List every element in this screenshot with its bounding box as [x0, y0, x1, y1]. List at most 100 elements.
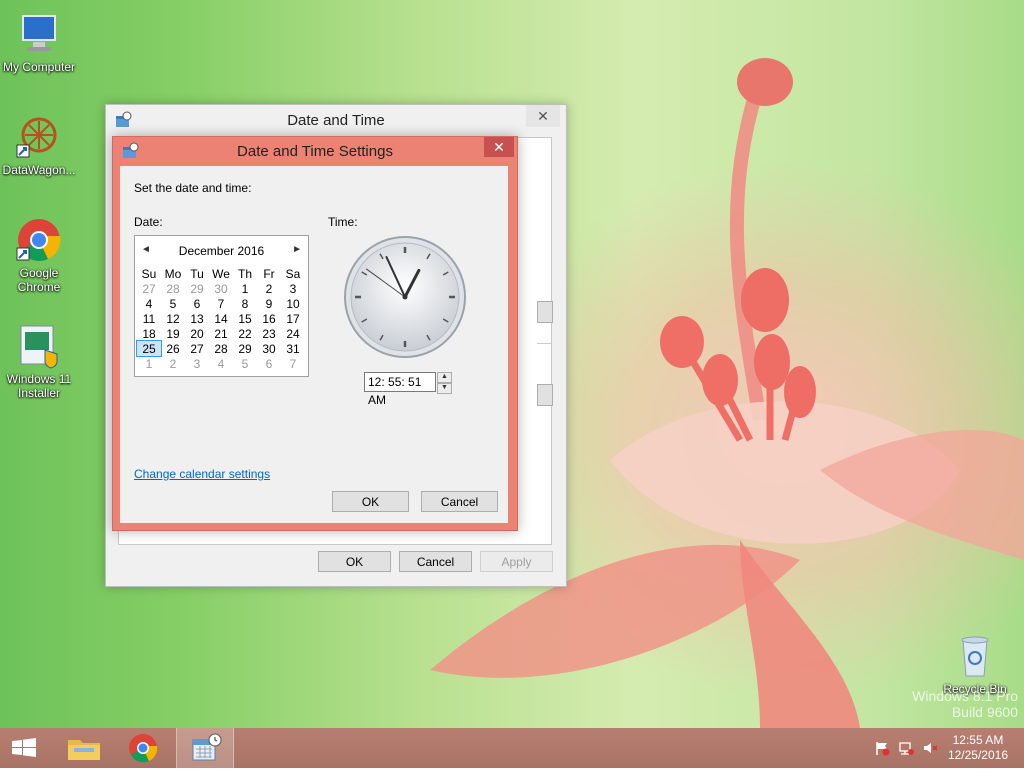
- spin-up-icon[interactable]: ▲: [437, 372, 452, 383]
- calendar-day[interactable]: 11: [137, 311, 161, 326]
- calendar-day[interactable]: 7: [281, 356, 305, 371]
- taskbar-date-time[interactable]: [176, 728, 234, 768]
- calendar-day[interactable]: 20: [185, 326, 209, 341]
- apply-button[interactable]: Apply: [480, 551, 553, 572]
- windows-logo-icon: [12, 738, 36, 757]
- calendar-day[interactable]: 15: [233, 311, 257, 326]
- calendar-day[interactable]: 23: [257, 326, 281, 341]
- calendar-day[interactable]: 1: [137, 356, 161, 371]
- taskbar-time: 12:55 AM: [952, 733, 1004, 747]
- calendar-day[interactable]: 5: [161, 296, 185, 311]
- calendar-day[interactable]: 28: [209, 341, 233, 356]
- calendar-day[interactable]: 5: [233, 356, 257, 371]
- calendar-day[interactable]: 6: [185, 296, 209, 311]
- desktop-icon-label: DataWagon...: [2, 163, 76, 177]
- calendar-day[interactable]: 3: [281, 281, 305, 296]
- calendar-day[interactable]: 2: [161, 356, 185, 371]
- calendar-day[interactable]: 6: [257, 356, 281, 371]
- calendar-day[interactable]: 17: [281, 311, 305, 326]
- calendar-day[interactable]: 31: [281, 341, 305, 356]
- calendar-week: 11 12 13 14 15 16 17: [137, 311, 305, 326]
- calendar-day[interactable]: 8: [233, 296, 257, 311]
- calendar-day[interactable]: 27: [185, 341, 209, 356]
- desktop-icon-my-computer[interactable]: My Computer: [0, 10, 78, 74]
- calendar-day[interactable]: 18: [137, 326, 161, 341]
- close-icon[interactable]: ✕: [526, 105, 560, 127]
- spin-down-icon[interactable]: ▼: [437, 383, 452, 394]
- dialog-title: Date and Time: [287, 112, 385, 129]
- calendar-day[interactable]: 3: [185, 356, 209, 371]
- windows-watermark: Windows 8.1 Pro Build 9600: [912, 688, 1018, 720]
- weekday-header: Sa: [285, 266, 301, 281]
- taskbar-chrome[interactable]: [115, 728, 171, 768]
- calendar-day[interactable]: 24: [281, 326, 305, 341]
- desktop-icon-google-chrome[interactable]: Google Chrome: [0, 216, 78, 294]
- calendar-day[interactable]: 10: [281, 296, 305, 311]
- calendar-day[interactable]: 1: [233, 281, 257, 296]
- calendar-day-selected[interactable]: 25: [136, 340, 162, 357]
- calendar-day[interactable]: 27: [137, 281, 161, 296]
- close-icon[interactable]: ✕: [484, 137, 514, 157]
- dialog-title: Date and Time Settings: [237, 143, 393, 160]
- watermark-line1: Windows 8.1 Pro: [912, 688, 1018, 704]
- desktop-icon-label: Google Chrome: [17, 266, 61, 294]
- calendar-day[interactable]: 4: [137, 296, 161, 311]
- calendar-day[interactable]: 4: [209, 356, 233, 371]
- cancel-button[interactable]: Cancel: [421, 491, 498, 512]
- dialog-titlebar[interactable]: Date and Time Settings ✕: [113, 137, 517, 165]
- taskbar-file-explorer[interactable]: [56, 728, 112, 768]
- time-label: Time:: [328, 215, 358, 229]
- ok-button[interactable]: OK: [318, 551, 391, 572]
- calendar-day[interactable]: 21: [209, 326, 233, 341]
- calendar-day[interactable]: 9: [257, 296, 281, 311]
- date-label: Date:: [134, 215, 163, 229]
- calendar-week: 18 19 20 21 22 23 24: [137, 326, 305, 341]
- calendar-day[interactable]: 7: [209, 296, 233, 311]
- calendar-week: 25 26 27 28 29 30 31: [136, 340, 305, 357]
- desktop-icon-datawagon[interactable]: DataWagon...: [0, 113, 78, 177]
- hidden-button-edge: [537, 384, 553, 406]
- weekday-header: Mo: [164, 266, 182, 281]
- calendar-month-year[interactable]: December 2016: [135, 244, 308, 258]
- calendar-day[interactable]: 28: [161, 281, 185, 296]
- next-month-arrow-icon[interactable]: ►: [292, 244, 302, 255]
- calendar-day[interactable]: 26: [161, 341, 185, 356]
- dialog-titlebar[interactable]: Date and Time ✕: [106, 105, 566, 135]
- network-icon[interactable]: [898, 740, 914, 761]
- calendar-day[interactable]: 29: [185, 281, 209, 296]
- change-calendar-settings-link[interactable]: Change calendar settings: [134, 467, 270, 481]
- action-center-flag-icon[interactable]: [874, 740, 890, 761]
- calendar-day[interactable]: 2: [257, 281, 281, 296]
- cancel-button[interactable]: Cancel: [399, 551, 472, 572]
- weekday-row: Su Mo Tu We Th Fr Sa: [137, 266, 305, 281]
- calendar-day[interactable]: 22: [233, 326, 257, 341]
- calendar-day[interactable]: 16: [257, 311, 281, 326]
- desktop-icon-recycle-bin[interactable]: Recycle Bin: [936, 632, 1014, 696]
- taskbar-clock[interactable]: 12:55 AM 12/25/2016: [948, 733, 1008, 763]
- calendar: ◄ December 2016 ► Su Mo Tu We Th Fr Sa 2…: [134, 235, 309, 377]
- calendar-day[interactable]: 30: [257, 341, 281, 356]
- chrome-icon: [129, 734, 158, 763]
- time-spinner[interactable]: ▲ ▼: [437, 372, 452, 394]
- calendar-day[interactable]: 14: [209, 311, 233, 326]
- start-button[interactable]: [0, 728, 48, 768]
- taskbar-date: 12/25/2016: [947, 748, 1008, 762]
- desktop-icon-windows-11-installer[interactable]: Windows 11 Installer: [0, 322, 78, 400]
- calendar-day[interactable]: 12: [161, 311, 185, 326]
- instruction-text: Set the date and time:: [134, 181, 252, 195]
- weekday-header: Tu: [190, 266, 204, 281]
- watermark-line2: Build 9600: [951, 704, 1018, 720]
- calendar-day[interactable]: 13: [185, 311, 209, 326]
- calendar-day[interactable]: 30: [209, 281, 233, 296]
- calendar-clock-icon: [192, 733, 222, 761]
- time-input[interactable]: 12: 55: 51 AM: [364, 372, 436, 407]
- volume-muted-icon[interactable]: [922, 740, 938, 761]
- calendar-week: 1 2 3 4 5 6 7: [137, 356, 305, 371]
- calendar-day[interactable]: 29: [233, 341, 257, 356]
- ok-button[interactable]: OK: [332, 491, 409, 512]
- taskbar: 12:55 AM 12/25/2016: [0, 728, 1024, 768]
- hidden-divider: [537, 343, 551, 344]
- hidden-button-edge: [537, 301, 553, 323]
- calendar-week: 4 5 6 7 8 9 10: [137, 296, 305, 311]
- calendar-day[interactable]: 19: [161, 326, 185, 341]
